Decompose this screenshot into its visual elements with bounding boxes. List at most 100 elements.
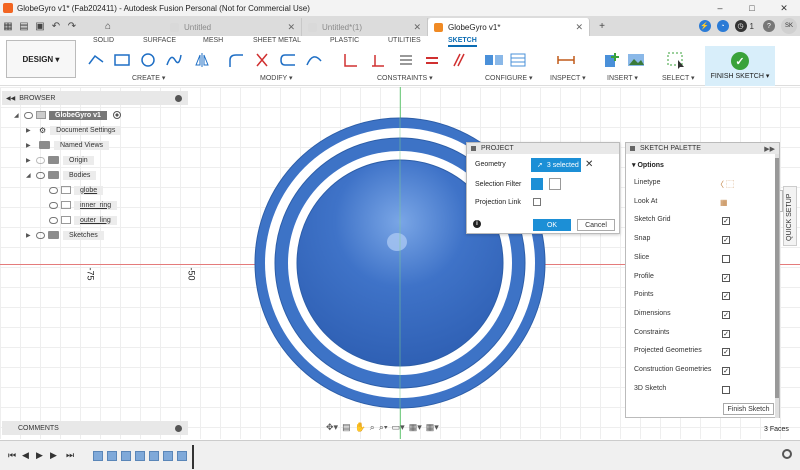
constraints-group-label[interactable]: CONSTRAINTS ▾ (377, 74, 433, 82)
undo-icon[interactable]: ↶ (48, 18, 64, 34)
palette-option-checkbox[interactable]: ✓ (722, 367, 730, 375)
timeline-settings-icon[interactable] (782, 449, 792, 459)
trim-tool-icon[interactable] (252, 50, 272, 70)
timeline-feature-sketch[interactable] (121, 451, 131, 461)
spline-tool-icon[interactable] (164, 50, 184, 70)
info-icon[interactable]: i (473, 220, 481, 228)
tab-sheet-metal[interactable]: SHEET METAL (253, 37, 301, 44)
close-window-button[interactable]: ✕ (768, 0, 800, 16)
collapse-icon[interactable]: ◀◀ (6, 95, 15, 102)
palette-scrollbar[interactable] (775, 154, 779, 418)
palette-option-checkbox[interactable]: ✓ (722, 310, 730, 319)
timeline-feature-sketch[interactable] (149, 451, 159, 461)
extensions-icon[interactable]: ⚡ (698, 20, 711, 32)
timeline-feature-extrude[interactable] (135, 451, 145, 461)
close-tab-icon[interactable]: ✕ (413, 22, 421, 33)
bodies-filter-icon[interactable] (549, 178, 561, 190)
coincident-constraint-icon[interactable] (340, 50, 360, 70)
visibility-icon[interactable] (49, 201, 58, 209)
palette-option-checkbox[interactable]: ✓ (722, 273, 730, 282)
tree-item-origin[interactable]: ▶ Origin (26, 154, 94, 166)
sketch-scale-icon[interactable] (304, 50, 324, 70)
activate-radio-icon[interactable] (112, 111, 121, 119)
palette-option-checkbox[interactable]: ✓ (722, 292, 730, 301)
horizontal-constraint-icon[interactable] (396, 50, 416, 70)
tree-item-document-settings[interactable]: ▶ ⚙ Document Settings (26, 124, 122, 136)
close-tab-icon[interactable]: ✕ (575, 22, 583, 33)
orbit-icon[interactable]: ✥▾ (326, 422, 338, 433)
mirror-tool-icon[interactable] (192, 50, 212, 70)
specified-entities-filter-icon[interactable] (531, 178, 543, 190)
parallel-constraint-icon[interactable] (448, 50, 468, 70)
step-back-icon[interactable]: ◀ (22, 450, 29, 461)
finish-sketch-button[interactable]: ✓ FINISH SKETCH ▾ (705, 46, 775, 86)
look-at-icon[interactable]: ▦ (720, 198, 728, 207)
finish-sketch-palette-button[interactable]: Finish Sketch (723, 403, 774, 415)
options-section-header[interactable]: ▾ Options (632, 161, 664, 169)
clock-icon[interactable]: ◷ (734, 20, 747, 32)
look-at-icon[interactable]: ▤ (342, 422, 351, 433)
expand-icon[interactable]: ◢ (26, 172, 33, 179)
help-icon[interactable]: ? (763, 20, 775, 32)
palette-option-checkbox[interactable] (722, 385, 730, 394)
select-group-label[interactable]: SELECT ▾ (662, 74, 695, 82)
equal-constraint-icon[interactable] (422, 50, 442, 70)
timeline-feature-sketch[interactable] (177, 451, 187, 461)
tree-item-inner-ring[interactable]: inner_ring (46, 199, 118, 211)
visibility-icon[interactable] (24, 111, 33, 119)
expand-icon[interactable]: ▶ (26, 232, 33, 239)
expand-icon[interactable]: ▶ (26, 157, 33, 164)
tree-item-bodies[interactable]: ◢ Bodies (26, 169, 97, 181)
grid-settings-icon[interactable]: ▦▾ (409, 422, 422, 433)
tab-plastic[interactable]: PLASTIC (330, 37, 359, 44)
go-to-end-icon[interactable]: ⏭ (66, 450, 74, 461)
minimize-button[interactable]: – (704, 0, 736, 16)
visibility-icon[interactable] (49, 186, 58, 194)
sketch-palette-header[interactable]: SKETCH PALETTE ▶▶ (626, 143, 779, 154)
projection-link-checkbox[interactable] (533, 198, 541, 206)
tab-globegyro[interactable]: GlobeGyro v1* ✕ (428, 18, 590, 36)
visibility-off-icon[interactable] (36, 156, 45, 164)
insert-group-label[interactable]: INSERT ▾ (607, 74, 638, 82)
cancel-button[interactable]: Cancel (577, 219, 615, 231)
scrollbar-thumb[interactable] (775, 158, 779, 398)
avatar[interactable]: SK (781, 18, 797, 34)
line-tool-icon[interactable] (86, 50, 106, 70)
viewports-icon[interactable]: ▦▾ (426, 422, 439, 433)
new-tab-icon[interactable]: + (594, 18, 610, 34)
file-icon[interactable]: ▤ (16, 18, 32, 34)
tab-utilities[interactable]: UTILITIES (388, 37, 421, 44)
project-dialog-header[interactable]: PROJECT (467, 143, 619, 154)
expand-icon[interactable]: ◢ (14, 112, 21, 119)
palette-option-checkbox[interactable] (722, 254, 730, 263)
tab-surface[interactable]: SURFACE (143, 37, 176, 44)
pan-icon[interactable]: ✋ (355, 422, 366, 433)
job-status-icon[interactable]: ◔ (716, 20, 729, 32)
linetype-icon[interactable]: 〈 ⬚ (716, 179, 734, 190)
geometry-selection-button[interactable]: ➚ 3 selected (531, 158, 581, 172)
palette-option-checkbox[interactable]: ✓ (722, 236, 730, 245)
palette-option-checkbox[interactable]: ✓ (722, 329, 730, 338)
browser-header[interactable]: ◀◀ BROWSER (2, 91, 188, 105)
inspect-group-label[interactable]: INSPECT ▾ (550, 74, 586, 82)
tree-item-outer-ring[interactable]: outer_ling (46, 214, 117, 226)
timeline-marker[interactable] (192, 445, 194, 469)
workspace-switcher[interactable]: DESIGN ▾ (6, 40, 76, 78)
play-icon[interactable]: ▶ (36, 450, 43, 461)
tab-untitled[interactable]: Untitled ✕ (164, 18, 302, 36)
step-forward-icon[interactable]: ▶ (50, 450, 57, 461)
tree-item-named-views[interactable]: ▶ Named Views (26, 139, 110, 151)
circle-tool-icon[interactable] (138, 50, 158, 70)
display-settings-icon[interactable]: ▭▾ (392, 422, 405, 433)
tab-sketch[interactable]: SKETCH (448, 37, 477, 47)
close-tab-icon[interactable]: ✕ (287, 22, 295, 33)
insert-image-icon[interactable] (626, 50, 646, 70)
grid-menu-icon[interactable]: ▦ (0, 18, 16, 34)
maximize-button[interactable]: □ (736, 0, 768, 16)
palette-option-checkbox[interactable]: ✓ (722, 217, 730, 226)
create-group-label[interactable]: CREATE ▾ (132, 74, 165, 82)
rectangle-tool-icon[interactable] (112, 50, 132, 70)
expand-icon[interactable]: ▶ (26, 142, 33, 149)
timeline-feature-sketch[interactable] (93, 451, 103, 461)
select-icon[interactable] (666, 50, 686, 70)
